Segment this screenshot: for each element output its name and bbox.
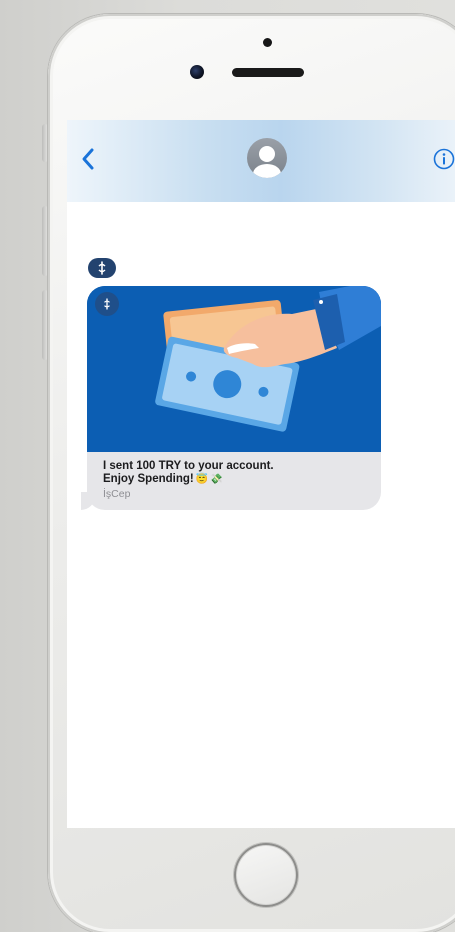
home-button[interactable] <box>234 843 298 907</box>
proximity-sensor <box>263 38 272 47</box>
sender-avatar-badge <box>88 258 116 278</box>
smiling-halo-emoji: 😇 <box>195 474 209 485</box>
info-circle-icon <box>433 148 455 170</box>
earpiece-speaker <box>232 68 304 77</box>
message-bubble[interactable]: I sent 100 TRY to your account. Enjoy Sp… <box>87 286 381 510</box>
chevron-left-icon <box>82 148 94 170</box>
screenshot-stage: I sent 100 TRY to your account. Enjoy Sp… <box>0 0 455 932</box>
phone-screen: I sent 100 TRY to your account. Enjoy Sp… <box>67 120 455 828</box>
contact-avatar[interactable] <box>247 138 287 178</box>
sender-name: İşCep <box>103 488 131 500</box>
front-camera <box>190 65 204 79</box>
conversation-header <box>67 120 455 202</box>
isbank-logo-icon <box>104 298 110 310</box>
contact-avatar-icon <box>253 146 281 178</box>
message-line-1: I sent 100 TRY to your account. <box>103 460 274 472</box>
info-button[interactable] <box>433 148 455 170</box>
money-with-wings-emoji: 💸 <box>210 474 223 485</box>
message-line-2: Enjoy Spending! 😇 💸 <box>103 473 373 486</box>
hand-with-banknotes-illustration <box>87 286 381 452</box>
isbank-logo-icon <box>98 261 106 275</box>
message-text: I sent 100 TRY to your account. Enjoy Sp… <box>103 460 373 486</box>
brand-logo <box>95 292 119 316</box>
message-image <box>87 286 381 452</box>
back-button[interactable] <box>77 144 99 174</box>
message-line-2-text: Enjoy Spending! <box>103 473 194 485</box>
